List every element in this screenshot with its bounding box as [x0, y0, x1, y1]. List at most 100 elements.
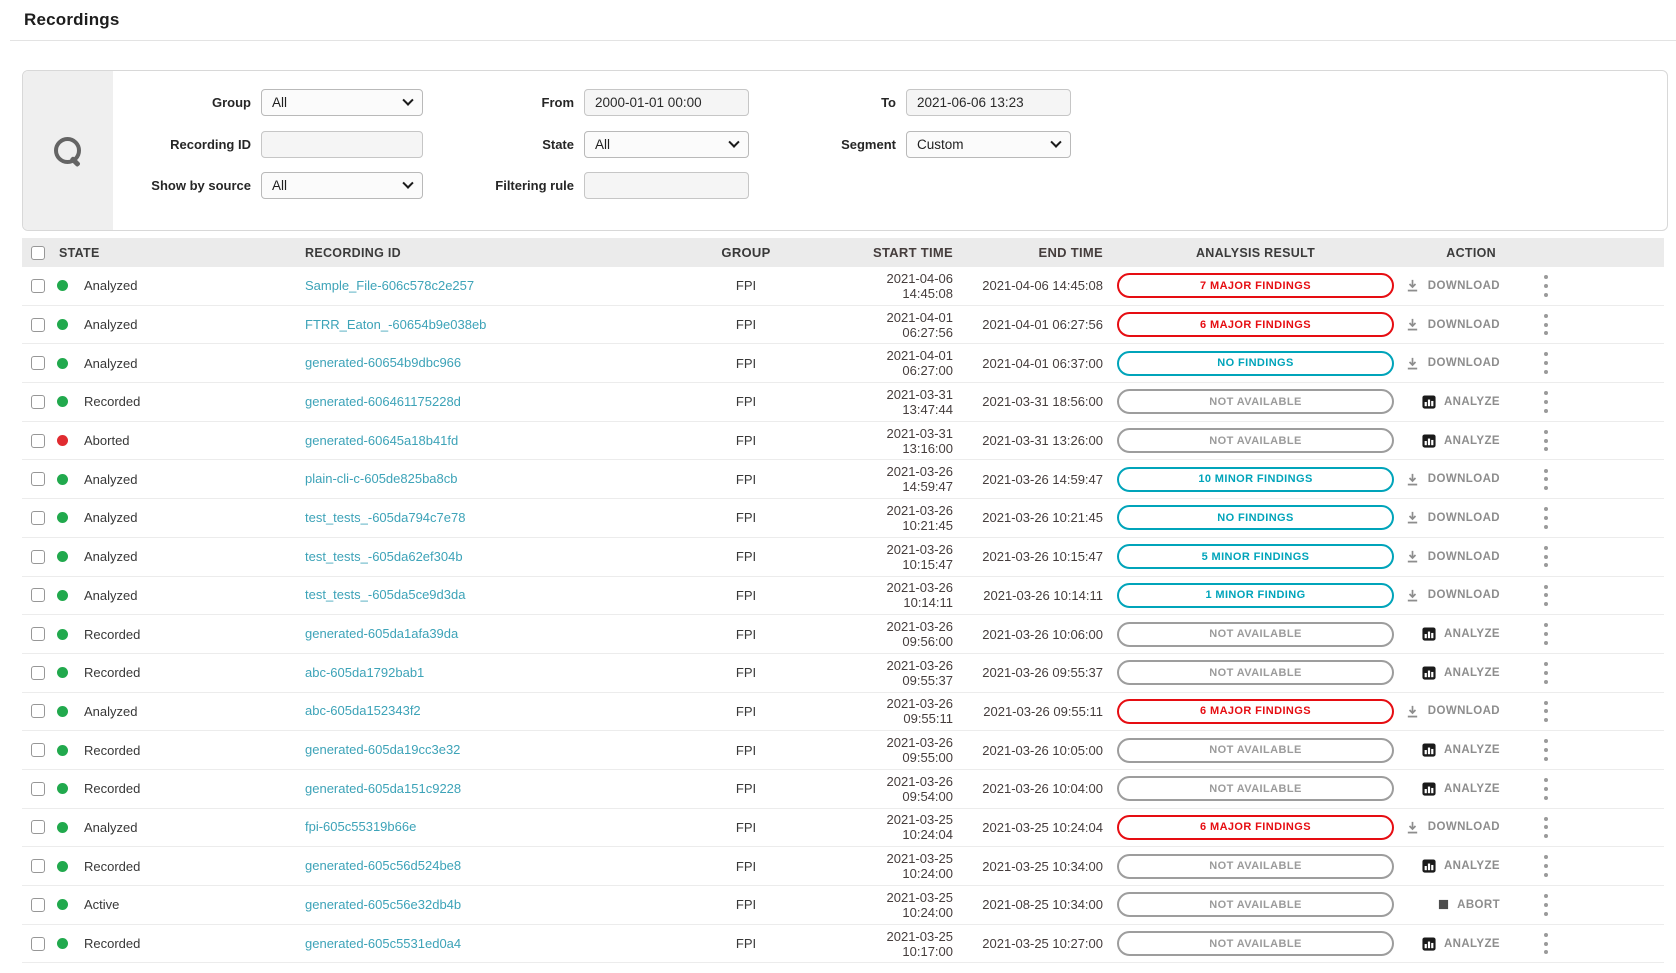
recording-id-link[interactable]: plain-cli-c-605de825ba8cb — [305, 471, 458, 486]
to-input[interactable] — [906, 89, 1071, 116]
kebab-menu-icon[interactable] — [1538, 811, 1554, 843]
start-time-cell: 2021-03-26 09:55:37 — [886, 657, 954, 688]
analyze-button[interactable]: ANALYZE — [1422, 395, 1500, 409]
kebab-menu-icon[interactable] — [1538, 347, 1554, 379]
row-checkbox[interactable] — [31, 897, 45, 912]
show-by-source-select[interactable]: All — [261, 172, 423, 199]
analyze-button[interactable]: ANALYZE — [1422, 859, 1500, 873]
header-group: GROUP — [721, 245, 771, 260]
kebab-menu-icon[interactable] — [1538, 424, 1554, 456]
row-checkbox[interactable] — [31, 510, 45, 525]
analysis-result-badge: 7 MAJOR FINDINGS — [1117, 273, 1394, 299]
row-checkbox[interactable] — [31, 433, 45, 448]
row-checkbox[interactable] — [31, 588, 45, 603]
download-button[interactable]: DOWNLOAD — [1405, 704, 1500, 719]
kebab-menu-icon[interactable] — [1538, 463, 1554, 495]
kebab-menu-icon[interactable] — [1538, 618, 1554, 650]
analyze-button[interactable]: ANALYZE — [1422, 782, 1500, 796]
download-button[interactable]: DOWNLOAD — [1405, 472, 1500, 487]
recording-id-link[interactable]: generated-606461175228d — [305, 394, 461, 409]
select-all-checkbox[interactable] — [31, 245, 45, 260]
recording-id-link[interactable]: generated-605c5531ed0a4 — [305, 936, 461, 951]
row-checkbox[interactable] — [31, 356, 45, 371]
row-checkbox[interactable] — [31, 820, 45, 835]
row-checkbox[interactable] — [31, 549, 45, 564]
recording-id-link[interactable]: FTRR_Eaton_-60654b9e038eb — [305, 317, 486, 332]
segment-select[interactable]: Custom — [906, 131, 1071, 158]
analyze-button[interactable]: ANALYZE — [1422, 627, 1500, 641]
analyze-button[interactable]: ANALYZE — [1422, 434, 1500, 448]
download-button[interactable]: DOWNLOAD — [1405, 510, 1500, 525]
analyze-button[interactable]: ANALYZE — [1422, 743, 1500, 757]
recording-id-link[interactable]: abc-605da1792bab1 — [305, 665, 424, 680]
download-button[interactable]: DOWNLOAD — [1405, 317, 1500, 332]
kebab-menu-icon[interactable] — [1538, 579, 1554, 611]
recording-id-link[interactable]: test_tests_-605da5ce9d3da — [305, 587, 465, 602]
kebab-menu-icon[interactable] — [1538, 308, 1554, 340]
header-start-time: START TIME — [872, 245, 953, 260]
download-button[interactable]: DOWNLOAD — [1405, 820, 1500, 835]
group-cell: FPI — [735, 433, 757, 449]
recording-id-link[interactable]: test_tests_-605da794c7e78 — [305, 510, 465, 525]
row-checkbox[interactable] — [31, 394, 45, 409]
abort-button[interactable]: ABORT — [1438, 899, 1500, 911]
kebab-menu-icon[interactable] — [1538, 657, 1554, 689]
kebab-menu-icon[interactable] — [1538, 850, 1554, 882]
row-checkbox[interactable] — [31, 665, 45, 680]
download-button[interactable]: DOWNLOAD — [1405, 588, 1500, 603]
row-checkbox[interactable] — [31, 859, 45, 874]
row-checkbox[interactable] — [31, 781, 45, 796]
recording-id-link[interactable]: generated-60654b9dbc966 — [305, 355, 461, 370]
recording-id-link[interactable]: generated-605da1afa39da — [305, 626, 458, 641]
recording-id-label: Recording ID — [170, 137, 251, 152]
kebab-menu-icon[interactable] — [1538, 927, 1554, 959]
table-row: Analyzed abc-605da152343f2 FPI 2021-03-2… — [22, 692, 1664, 732]
row-checkbox[interactable] — [31, 936, 45, 951]
row-checkbox[interactable] — [31, 704, 45, 719]
filtering-rule-input[interactable] — [584, 172, 749, 199]
chevron-down-icon — [728, 136, 740, 148]
start-time-cell: 2021-03-26 09:55:00 — [886, 735, 954, 766]
state-text: Analyzed — [84, 355, 138, 371]
kebab-menu-icon[interactable] — [1538, 540, 1554, 572]
download-button[interactable]: DOWNLOAD — [1405, 278, 1500, 293]
end-time-cell: 2021-03-31 18:56:00 — [982, 394, 1103, 410]
recording-id-link[interactable]: fpi-605c55319b66e — [305, 819, 416, 834]
start-time-cell: 2021-03-26 10:14:11 — [886, 580, 954, 611]
kebab-menu-icon[interactable] — [1538, 502, 1554, 534]
from-input[interactable] — [584, 89, 749, 116]
download-button[interactable]: DOWNLOAD — [1405, 549, 1500, 564]
recording-id-link[interactable]: generated-605c56d524be8 — [305, 858, 461, 873]
row-checkbox[interactable] — [31, 627, 45, 642]
row-checkbox[interactable] — [31, 743, 45, 758]
recordings-table: Analyzed Sample_File-606c578c2e257 FPI 2… — [22, 267, 1664, 964]
group-select[interactable]: All — [261, 89, 423, 116]
recording-id-link[interactable]: test_tests_-605da62ef304b — [305, 549, 463, 564]
row-checkbox[interactable] — [31, 317, 45, 332]
kebab-menu-icon[interactable] — [1538, 773, 1554, 805]
start-time-cell: 2021-03-25 10:24:04 — [886, 812, 954, 843]
analysis-result-badge: NOT AVAILABLE — [1117, 660, 1394, 686]
recording-id-link[interactable]: generated-605da19cc3e32 — [305, 742, 460, 757]
kebab-menu-icon[interactable] — [1538, 734, 1554, 766]
table-row: Recorded generated-606461175228d FPI 202… — [22, 383, 1664, 422]
recording-id-link[interactable]: generated-605da151c9228 — [305, 781, 461, 796]
row-checkbox[interactable] — [31, 278, 45, 293]
analyze-button[interactable]: ANALYZE — [1422, 936, 1500, 951]
recording-id-link[interactable]: abc-605da152343f2 — [305, 703, 421, 718]
recording-id-link[interactable]: generated-605c56e32db4b — [305, 897, 461, 912]
state-dot — [57, 551, 68, 563]
recording-id-link[interactable]: Sample_File-606c578c2e257 — [305, 278, 474, 293]
analyze-button[interactable]: ANALYZE — [1422, 666, 1500, 680]
state-select[interactable]: All — [584, 131, 749, 158]
download-button[interactable]: DOWNLOAD — [1405, 356, 1500, 371]
group-cell: FPI — [735, 858, 757, 874]
start-time-cell: 2021-03-26 10:21:45 — [886, 502, 954, 533]
kebab-menu-icon[interactable] — [1538, 270, 1554, 302]
kebab-menu-icon[interactable] — [1538, 695, 1554, 727]
recording-id-input[interactable] — [261, 131, 423, 158]
recording-id-link[interactable]: generated-60645a18b41fd — [305, 433, 458, 448]
row-checkbox[interactable] — [31, 472, 45, 487]
kebab-menu-icon[interactable] — [1538, 889, 1554, 921]
kebab-menu-icon[interactable] — [1538, 386, 1554, 418]
